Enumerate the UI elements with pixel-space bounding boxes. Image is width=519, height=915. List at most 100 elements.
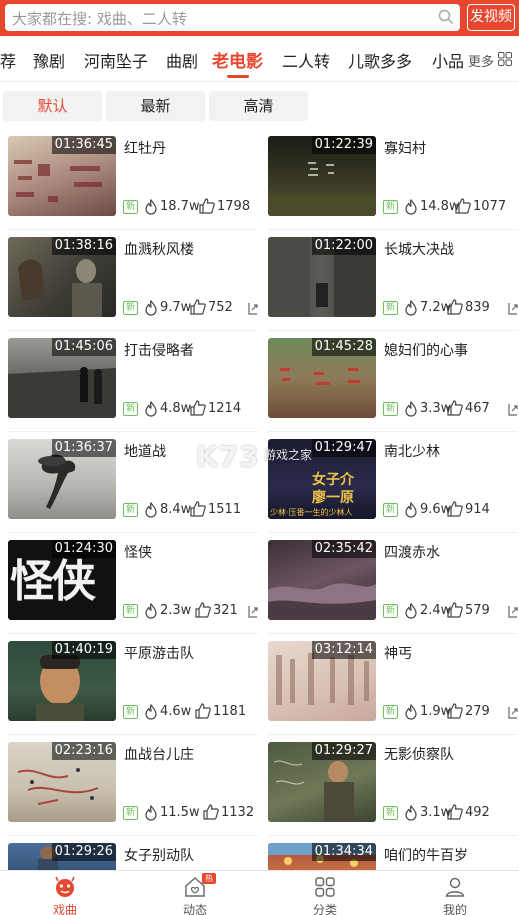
video-thumbnail[interactable]: 01:36:45	[8, 136, 116, 216]
video-card[interactable]: 01:29:26 女子别动队	[8, 843, 258, 870]
category-tab[interactable]: 曲剧	[166, 48, 198, 72]
divider	[268, 633, 518, 634]
video-card[interactable]: 01:36:45 红牡丹 新 18.7w 1798	[8, 136, 258, 237]
video-title[interactable]: 女子别动队	[124, 845, 194, 865]
thumbs-up-icon[interactable]	[447, 501, 463, 517]
video-card[interactable]: 01:22:00 长城大决战 新 7.2w 839	[268, 237, 519, 338]
video-thumbnail[interactable]: 01:22:00	[268, 237, 376, 317]
share-icon[interactable]	[508, 704, 518, 719]
video-card[interactable]: 01:45:28 媳妇们的心事 新 3.3w 467	[268, 338, 519, 439]
share-icon[interactable]	[248, 603, 258, 618]
thumbs-up-icon[interactable]	[447, 602, 463, 618]
video-card[interactable]: 01:34:34 咱们的牛百岁	[268, 843, 519, 870]
video-title[interactable]: 咱们的牛百岁	[384, 845, 468, 865]
video-title[interactable]: 怪侠	[124, 542, 152, 562]
flame-icon	[145, 199, 157, 215]
video-title[interactable]: 无影侦察队	[384, 744, 454, 764]
share-icon[interactable]	[508, 300, 518, 315]
new-badge: 新	[383, 503, 398, 517]
tab-profile[interactable]: 我的	[390, 871, 519, 915]
video-card[interactable]: 01:29:27 无影侦察队 新 3.1w 492	[268, 742, 519, 843]
video-card[interactable]: 02:35:42 四渡赤水 新 2.4w 579	[268, 540, 519, 641]
view-count: 4.8w	[160, 401, 192, 416]
video-thumbnail[interactable]: 01:45:28	[268, 338, 376, 418]
sort-default-chip[interactable]: 默认	[3, 91, 102, 121]
thumbs-up-icon[interactable]	[203, 804, 219, 820]
thumbs-up-icon[interactable]	[190, 501, 206, 517]
video-thumbnail[interactable]: 01:45:06	[8, 338, 116, 418]
video-card[interactable]: 01:45:06 打击侵略者 新 4.8w 1214	[8, 338, 258, 439]
like-count: 752	[208, 300, 233, 315]
video-card[interactable]: 01:22:39 寡妇村 新 14.8w 1077	[268, 136, 519, 237]
thumbs-up-icon[interactable]	[199, 198, 215, 214]
video-title[interactable]: 地道战	[124, 441, 166, 461]
video-thumbnail[interactable]: 01:36:37	[8, 439, 116, 519]
video-card[interactable]: 01:38:16 血溅秋风楼 新 9.7w 752	[8, 237, 258, 338]
video-thumbnail[interactable]: 03:12:14	[268, 641, 376, 721]
category-tab[interactable]: 儿歌多多	[348, 48, 412, 72]
tab-opera[interactable]: 戏曲	[0, 871, 130, 915]
category-icon	[315, 877, 335, 897]
video-title[interactable]: 寡妇村	[384, 138, 426, 158]
video-thumbnail[interactable]: 怪侠 01:24:30	[8, 540, 116, 620]
thumbs-up-icon[interactable]	[447, 400, 463, 416]
video-title[interactable]: 打击侵略者	[124, 340, 194, 360]
category-tab[interactable]: 河南坠子	[84, 48, 148, 72]
video-title[interactable]: 神丐	[384, 643, 412, 663]
new-badge: 新	[123, 503, 138, 517]
category-tab[interactable]: 小品	[432, 48, 464, 72]
thumbs-up-icon[interactable]	[447, 804, 463, 820]
like-count: 279	[465, 704, 490, 719]
video-title[interactable]: 平原游击队	[124, 643, 194, 663]
sort-latest-chip[interactable]: 最新	[106, 91, 205, 121]
tab-feed[interactable]: 热 动态	[130, 871, 260, 915]
video-card[interactable]: 怪侠 01:24:30 怪侠 新 2.3w 321	[8, 540, 258, 641]
thumbs-up-icon[interactable]	[190, 299, 206, 315]
video-title[interactable]: 红牡丹	[124, 138, 166, 158]
video-title[interactable]: 南北少林	[384, 441, 440, 461]
video-title[interactable]: 长城大决战	[384, 239, 454, 259]
video-thumbnail[interactable]: 02:35:42	[268, 540, 376, 620]
category-tab[interactable]: 二人转	[282, 48, 330, 72]
category-tab-active[interactable]: 老电影	[212, 47, 263, 72]
divider	[8, 330, 258, 331]
video-thumbnail[interactable]: 01:29:27	[268, 742, 376, 822]
category-tab[interactable]: 豫剧	[33, 48, 65, 72]
video-title[interactable]: 媳妇们的心事	[384, 340, 468, 360]
thumbs-up-icon[interactable]	[447, 299, 463, 315]
search-input[interactable]: 大家都在搜: 戏曲、二人转	[5, 4, 460, 31]
video-thumbnail[interactable]: 01:22:39	[268, 136, 376, 216]
share-icon[interactable]	[508, 603, 518, 618]
share-icon[interactable]	[508, 401, 518, 416]
thumbs-up-icon[interactable]	[455, 198, 471, 214]
video-card[interactable]: 01:36:37 地道战 新 8.4w 1511	[8, 439, 258, 540]
video-card[interactable]: 01:40:19 平原游击队 新 4.6w 1181	[8, 641, 258, 742]
video-title[interactable]: 四渡赤水	[384, 542, 440, 562]
video-thumbnail[interactable]: 01:38:16	[8, 237, 116, 317]
search-icon[interactable]	[438, 9, 454, 25]
category-tab[interactable]: 荐	[0, 48, 16, 72]
view-count: 11.5w	[160, 805, 200, 820]
video-thumbnail[interactable]: 02:23:16	[8, 742, 116, 822]
publish-video-button[interactable]: 发视频	[467, 4, 515, 31]
video-card[interactable]: 03:12:14 神丐 新 1.9w 279	[268, 641, 519, 742]
more-categories-button[interactable]: 更多	[467, 36, 519, 81]
thumbs-up-icon[interactable]	[447, 703, 463, 719]
video-thumbnail[interactable]: 01:34:34	[268, 843, 376, 870]
video-title[interactable]: 血战台儿庄	[124, 744, 194, 764]
video-card[interactable]: 02:23:16 血战台儿庄 新 11.5w 1132	[8, 742, 258, 843]
thumbs-up-icon[interactable]	[190, 400, 206, 416]
share-icon[interactable]	[248, 300, 258, 315]
new-badge: 新	[383, 806, 398, 820]
video-thumbnail[interactable]: 01:40:19	[8, 641, 116, 721]
sort-hd-chip[interactable]: 高清	[209, 91, 308, 121]
video-card[interactable]: 女子介 廖一原 少林·压番一生的少林人 01:29:47 南北少林 新 9.6w…	[268, 439, 519, 540]
thumbs-up-icon[interactable]	[195, 602, 211, 618]
video-thumbnail[interactable]: 01:29:26	[8, 843, 116, 870]
new-badge: 新	[123, 705, 138, 719]
video-title[interactable]: 血溅秋风楼	[124, 239, 194, 259]
thumbs-up-icon[interactable]	[195, 703, 211, 719]
tab-category[interactable]: 分类	[260, 871, 390, 915]
active-tab-underline	[227, 75, 249, 78]
video-thumbnail[interactable]: 女子介 廖一原 少林·压番一生的少林人 01:29:47	[268, 439, 376, 519]
